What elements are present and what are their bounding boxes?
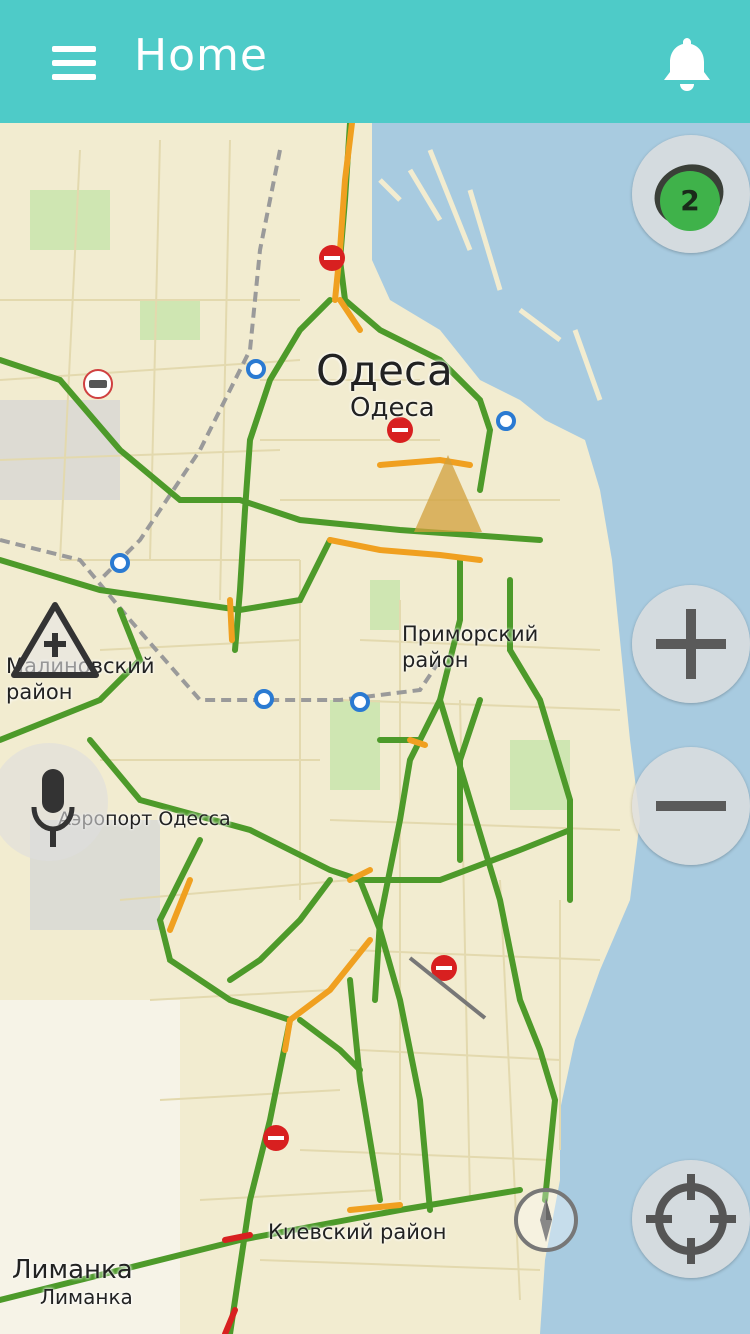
city-label: Одеса <box>316 346 453 395</box>
hamburger-menu-icon-line <box>52 60 96 66</box>
locality-label-limanka: Лиманка <box>12 1255 133 1285</box>
park-area <box>330 700 380 790</box>
map-canvas[interactable] <box>0 123 750 1334</box>
park-area <box>370 580 400 630</box>
voice-search-button[interactable] <box>0 743 108 861</box>
locate-me-button[interactable] <box>632 1160 750 1278</box>
car-service-icon <box>83 369 113 399</box>
app-bar: Home <box>0 0 750 123</box>
road-warning-icon <box>11 602 99 678</box>
page-title: Home <box>134 30 268 81</box>
hamburger-menu-icon-line <box>52 74 96 80</box>
locality-label-limanka-small: Лиманка <box>40 1285 133 1309</box>
park-area <box>30 190 110 250</box>
hamburger-menu-icon <box>52 46 96 52</box>
notifications-button[interactable] <box>652 28 722 98</box>
bell-icon <box>664 38 710 91</box>
zoom-out-button[interactable] <box>632 747 750 865</box>
city-label-secondary: Одеса <box>350 393 435 423</box>
compass-icon <box>540 1198 552 1242</box>
district-label-primorsky: Приморский район <box>402 622 539 672</box>
crosshair-icon <box>646 1174 736 1264</box>
minus-icon <box>656 801 726 811</box>
traffic-button[interactable]: 2 <box>632 135 750 253</box>
district-label-kievsky: Киевский район <box>268 1220 447 1244</box>
compass-button[interactable] <box>514 1188 578 1252</box>
microphone-icon <box>31 769 75 847</box>
traffic-map[interactable]: Одеса Одеса Приморский район Малиновский… <box>0 123 750 1334</box>
industrial-area <box>0 400 120 500</box>
traffic-count-badge: 2 <box>660 171 720 231</box>
menu-button[interactable] <box>40 32 108 92</box>
zoom-in-button[interactable] <box>632 585 750 703</box>
plus-icon <box>656 609 726 679</box>
road-warning-button[interactable] <box>0 593 110 693</box>
park-area <box>140 300 200 340</box>
